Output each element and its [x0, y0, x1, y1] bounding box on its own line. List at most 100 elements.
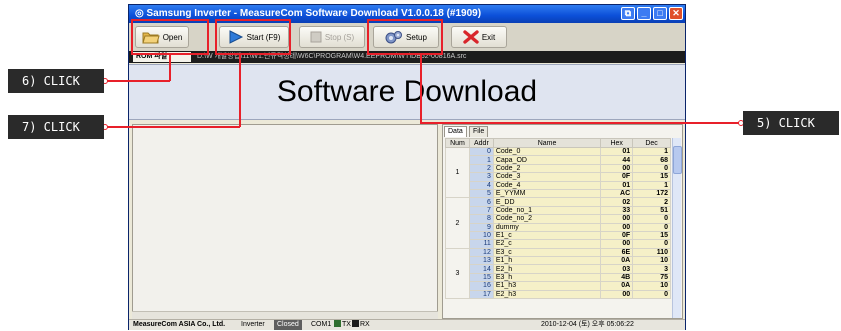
name-cell: E1_c	[492, 230, 602, 241]
addr-cell: 1	[468, 155, 494, 165]
software-download-banner: Software Download	[129, 64, 685, 120]
name-cell: Code_4	[492, 180, 602, 190]
com-port: COM1	[311, 321, 332, 328]
rx-label: RX	[360, 321, 370, 328]
stop-button[interactable]: Stop (S)	[299, 26, 365, 48]
table-row[interactable]: 3 12 E3_c 6E 110	[445, 247, 671, 300]
restore-icon[interactable]: ⧉	[621, 7, 635, 20]
dec-cell: 15	[632, 230, 671, 241]
step5-connector-line	[420, 122, 740, 124]
table-row[interactable]: 13 E1_h 0A 10	[446, 256, 671, 266]
name-cell: E_DD	[492, 197, 602, 207]
column-header-hex: Hex	[600, 138, 634, 148]
addr-cell: 13	[468, 256, 494, 266]
table-row[interactable]: 17 E2_h3 00 0	[446, 289, 671, 300]
addr-cell: 15	[468, 272, 494, 283]
hex-cell: 02	[600, 197, 634, 207]
hex-cell: 0F	[600, 230, 634, 241]
dec-cell: 0	[632, 163, 671, 174]
hex-cell: 00	[600, 239, 634, 249]
dec-cell: 15	[632, 172, 671, 182]
hex-cell: 0F	[600, 172, 634, 182]
red-x-icon	[463, 30, 479, 44]
dec-cell: 0	[632, 214, 671, 224]
scrollbar-thumb[interactable]	[673, 146, 682, 174]
tab-file[interactable]: File	[469, 126, 489, 137]
group-number-cell: 1	[445, 146, 470, 199]
rx-led-icon	[352, 320, 359, 327]
device-type: Inverter	[241, 321, 265, 328]
exit-button[interactable]: Exit	[451, 26, 507, 48]
name-cell: E1_h	[492, 256, 602, 266]
hex-cell: 03	[600, 264, 634, 274]
hex-cell: 00	[600, 222, 634, 232]
addr-cell: 6	[468, 197, 494, 207]
group-number-cell: 3	[445, 247, 470, 300]
screenshot-stage: ◎ Samsung Inverter - MeasureCom Software…	[0, 0, 841, 331]
minimize-button[interactable]: _	[637, 7, 651, 20]
maximize-button[interactable]: □	[653, 7, 667, 20]
data-vertical-scrollbar[interactable]	[672, 138, 682, 318]
addr-cell: 0	[468, 146, 494, 157]
name-cell: E1_h3	[492, 281, 602, 291]
table-row[interactable]: 2 6 E_DD 02 2	[445, 197, 671, 249]
name-cell: E2_h3	[492, 289, 602, 300]
table-row[interactable]: 7 Code_no_1 33 51	[446, 205, 671, 216]
open-button-highlight	[131, 19, 209, 55]
hex-cell: 33	[600, 205, 634, 216]
start-button-highlight	[215, 19, 291, 55]
step5-callout: 5) CLICK	[743, 111, 839, 135]
name-cell: E2_c	[492, 239, 602, 249]
addr-cell: 14	[468, 264, 494, 274]
stop-label: Stop (S)	[324, 32, 355, 42]
table-row[interactable]: 2 Code_2 00 0	[446, 163, 671, 174]
name-cell: Code_no_1	[492, 205, 602, 216]
step5-connector-riser	[420, 55, 422, 124]
table-row[interactable]: 3 Code_3 0F 15	[446, 172, 671, 182]
addr-cell: 17	[468, 289, 494, 300]
hex-cell: 01	[600, 146, 634, 157]
table-row[interactable]: 4 Code_4 01 1	[446, 180, 671, 190]
addr-cell: 7	[468, 205, 494, 216]
table-row[interactable]: 9 dummy 00 0	[446, 222, 671, 232]
dec-cell: 0	[632, 222, 671, 232]
status-datetime: 2010-12-04 (토) 오후 05:06:22	[541, 321, 634, 328]
step6-connector-line	[106, 80, 170, 82]
name-cell: Capa_OD	[492, 155, 602, 165]
dec-cell: 51	[632, 205, 671, 216]
name-cell: E2_h	[492, 264, 602, 274]
addr-cell: 4	[468, 180, 494, 190]
group-number-cell: 2	[445, 197, 470, 249]
table-row[interactable]: 8 Code_no_2 00 0	[446, 214, 671, 224]
table-row[interactable]: 16 E1_h3 0A 10	[446, 281, 671, 291]
table-row[interactable]: 1 0 Code_0 01 1	[445, 146, 671, 199]
data-tabs: Data File	[443, 125, 682, 137]
status-bar: MeasureCom ASIA Co., Ltd. Inverter Close…	[129, 319, 685, 330]
column-header-dec: Dec	[632, 138, 671, 148]
dec-cell: 1	[632, 146, 671, 157]
table-row[interactable]: 15 E3_h 4B 75	[446, 272, 671, 283]
addr-cell: 2	[468, 163, 494, 174]
table-row[interactable]: 14 E2_h 03 3	[446, 264, 671, 274]
hex-cell: 44	[600, 155, 634, 165]
log-horizontal-scrollbar[interactable]	[132, 311, 438, 319]
table-row[interactable]: 1 Capa_OD 44 68	[446, 155, 671, 165]
tab-data[interactable]: Data	[444, 126, 467, 137]
close-button[interactable]: ✕	[669, 7, 683, 20]
step6-callout: 6) CLICK	[8, 69, 104, 93]
addr-cell: 12	[468, 247, 494, 258]
dec-cell: 110	[632, 247, 671, 258]
dec-cell: 75	[632, 272, 671, 283]
table-body: 1 0 Code_0 01 1 1 Capa_OD 44 68 2 Code_2 00 0 3 Code_3…	[445, 146, 671, 300]
log-panel	[132, 124, 438, 317]
dec-cell: 0	[632, 239, 671, 249]
column-header-num: Num	[445, 138, 470, 148]
table-row[interactable]: 11 E2_c 00 0	[446, 239, 671, 249]
dec-cell: 10	[632, 281, 671, 291]
table-row[interactable]: 5 E_YYMM AC 172	[446, 188, 671, 199]
name-cell: dummy	[492, 222, 602, 232]
dec-cell: 1	[632, 180, 671, 190]
table-row[interactable]: 10 E1_c 0F 15	[446, 230, 671, 241]
hex-cell: 00	[600, 163, 634, 174]
hex-cell: 01	[600, 180, 634, 190]
